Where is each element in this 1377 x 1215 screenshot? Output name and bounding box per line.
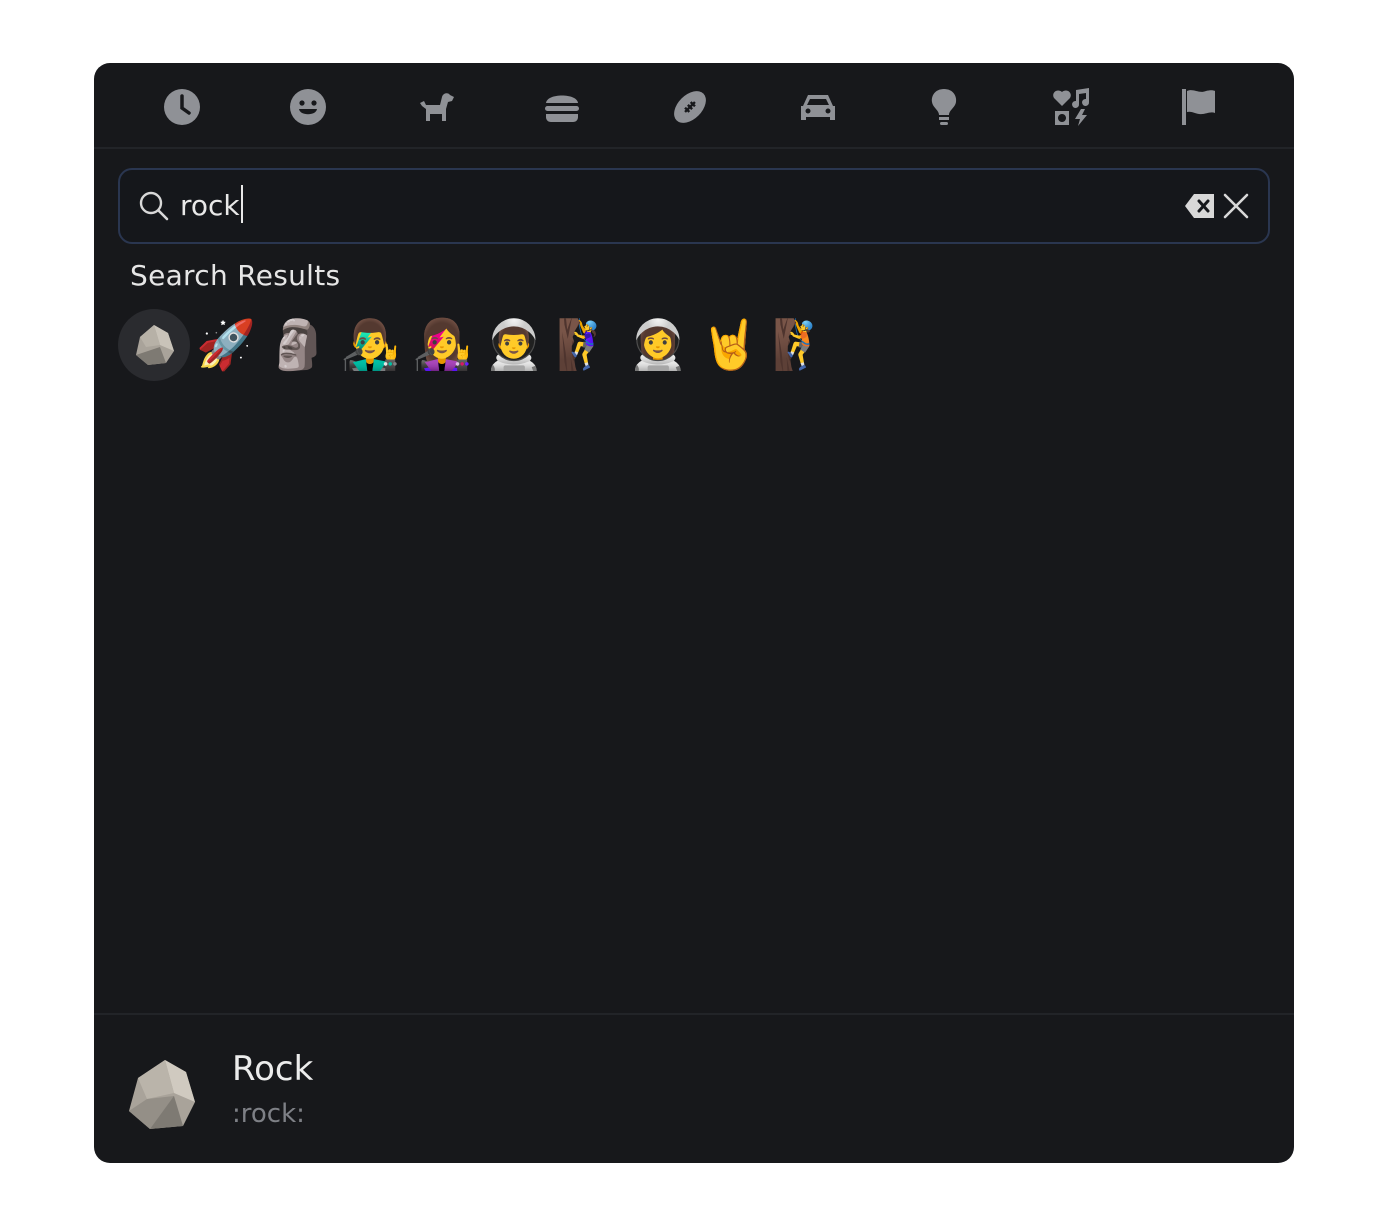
category-recent-button[interactable] [160,85,204,129]
category-bar [94,63,1294,149]
clock-icon [164,89,200,125]
emoji-woman-singer[interactable]: 👩‍🎤 [406,309,478,381]
lightbulb-icon [931,89,957,125]
preview-footer: Rock :rock: [94,1013,1294,1163]
emoji-person-climbing[interactable]: 🧗 [766,309,838,381]
emoji-rock[interactable] [118,309,190,381]
search-box: rock [118,168,1270,244]
symbols-icon [1053,88,1090,126]
preview-emoji-name: Rock [232,1049,314,1089]
emoji-woman-astronaut[interactable]: 👩‍🚀 [622,309,694,381]
emoji-rocket[interactable]: 🚀 [190,309,262,381]
emoji-man-astronaut[interactable]: 👨‍🚀 [478,309,550,381]
dog-icon [420,93,454,121]
car-icon [801,95,835,120]
category-activities-button[interactable] [668,85,712,129]
category-smileys-button[interactable] [286,85,330,129]
search-results-title: Search Results [130,259,341,292]
flag-icon [1182,89,1215,125]
emoji-man-singer[interactable]: 👨‍🎤 [334,309,406,381]
emoji-woman-climbing[interactable]: 🧗‍♀️ [550,309,622,381]
burger-icon [545,95,579,122]
preview-emoji-shortcode: :rock: [232,1099,305,1129]
search-results-grid: 🚀 🗿 👨‍🎤 👩‍🎤 👨‍🚀 🧗‍♀️ 👩‍🚀 🤘 🧗 [118,309,1268,381]
category-animals-button[interactable] [414,85,458,129]
emoji-picker: rock Search Results 🚀 🗿 👨‍🎤 👩‍🎤 👨‍🚀 🧗‍♀️ [94,63,1294,1163]
search-input[interactable]: rock [180,184,1080,228]
close-icon[interactable] [1222,192,1250,220]
backspace-icon[interactable] [1184,192,1216,220]
category-food-button[interactable] [540,85,584,129]
emoji-sign-of-the-horns[interactable]: 🤘 [694,309,766,381]
text-caret [240,185,243,223]
category-flags-button[interactable] [1176,85,1220,129]
rock-emoji-icon [136,325,174,365]
category-travel-button[interactable] [796,85,840,129]
search-input-value: rock [180,189,240,222]
search-icon [139,191,169,221]
category-objects-button[interactable] [922,85,966,129]
football-icon [674,91,706,123]
rock-preview-icon [129,1060,195,1129]
category-symbols-button[interactable] [1050,85,1094,129]
smiley-icon [290,89,326,125]
emoji-moai[interactable]: 🗿 [262,309,334,381]
